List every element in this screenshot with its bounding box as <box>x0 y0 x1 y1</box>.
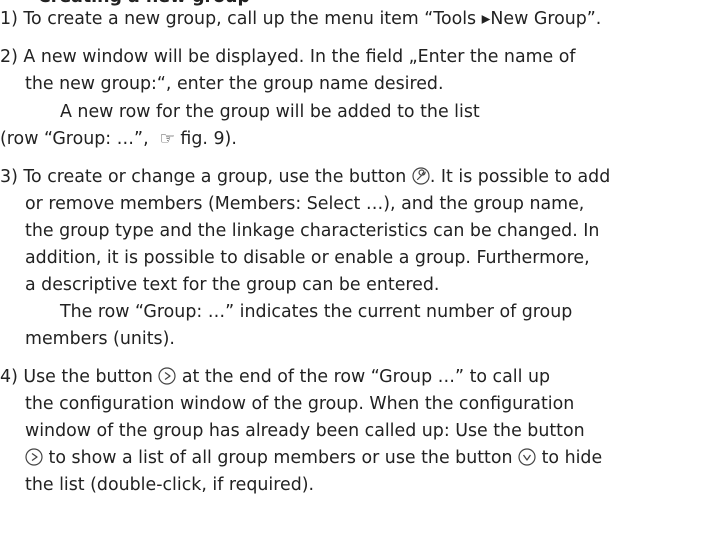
list-item-2-line-2: the new group:“, enter the group name de… <box>25 74 444 94</box>
item-number: 3) <box>0 167 18 187</box>
section-heading: Creating a new group <box>38 0 710 8</box>
list-item-4-line-1: 4) Use the button at the end of the row … <box>0 366 710 388</box>
pointing-hand-icon: ☞ <box>159 129 175 149</box>
item-text: to hide <box>536 448 603 468</box>
list-item-3-line-6: The row “Group: …” indicates the current… <box>60 302 573 322</box>
item-text: (row “Group: …”, <box>0 129 160 149</box>
manual-page: Creating a new group 1) To create a new … <box>0 0 710 546</box>
item-text: fig. 9). <box>174 129 237 149</box>
list-item-3-line-7: members (units). <box>25 329 175 349</box>
list-item-4-line-2: the configuration window of the group. W… <box>25 394 575 414</box>
list-item-3-line-4: addition, it is possible to disable or e… <box>25 248 590 268</box>
item-text: To create or change a group, use the but… <box>23 167 412 187</box>
list-item-3-line-2: or remove members (Members: Select …), a… <box>25 194 585 214</box>
list-item-4-line-4: to show a list of all group members or u… <box>25 447 710 469</box>
item-text: To create a new group, call up the menu … <box>23 9 482 29</box>
list-item-2-line-3: A new row for the group will be added to… <box>60 102 480 122</box>
item-text: to show a list of all group members or u… <box>43 448 519 468</box>
wrench-icon <box>412 167 430 185</box>
collapse-down-icon <box>518 448 536 466</box>
item-text: Use the button <box>23 367 159 387</box>
list-item-1-line-1: 1) To create a new group, call up the me… <box>0 8 710 30</box>
item-text: A new window will be displayed. In the f… <box>23 47 576 67</box>
list-item-3-line-3: the group type and the linkage character… <box>25 221 600 241</box>
item-text: New Group”. <box>490 9 602 29</box>
item-text: at the end of the row “Group …” to call … <box>176 367 551 387</box>
expand-right-icon <box>25 448 43 466</box>
item-text: . It is possible to add <box>429 167 611 187</box>
list-item-3-line-1: 3) To create or change a group, use the … <box>0 166 710 188</box>
item-number: 1) <box>0 9 18 29</box>
list-item-2-line-4: (row “Group: …”, ☞ fig. 9). <box>0 128 710 150</box>
list-item-4-line-5: the list (double-click, if required). <box>25 475 315 495</box>
list-item-3-line-5: a descriptive text for the group can be … <box>25 275 440 295</box>
list-item-4-line-3: window of the group has already been cal… <box>25 421 585 441</box>
expand-right-icon <box>158 367 176 385</box>
item-number: 4) <box>0 367 18 387</box>
item-number: 2) <box>0 47 18 67</box>
list-item-2-line-1: 2) A new window will be displayed. In th… <box>0 46 710 68</box>
